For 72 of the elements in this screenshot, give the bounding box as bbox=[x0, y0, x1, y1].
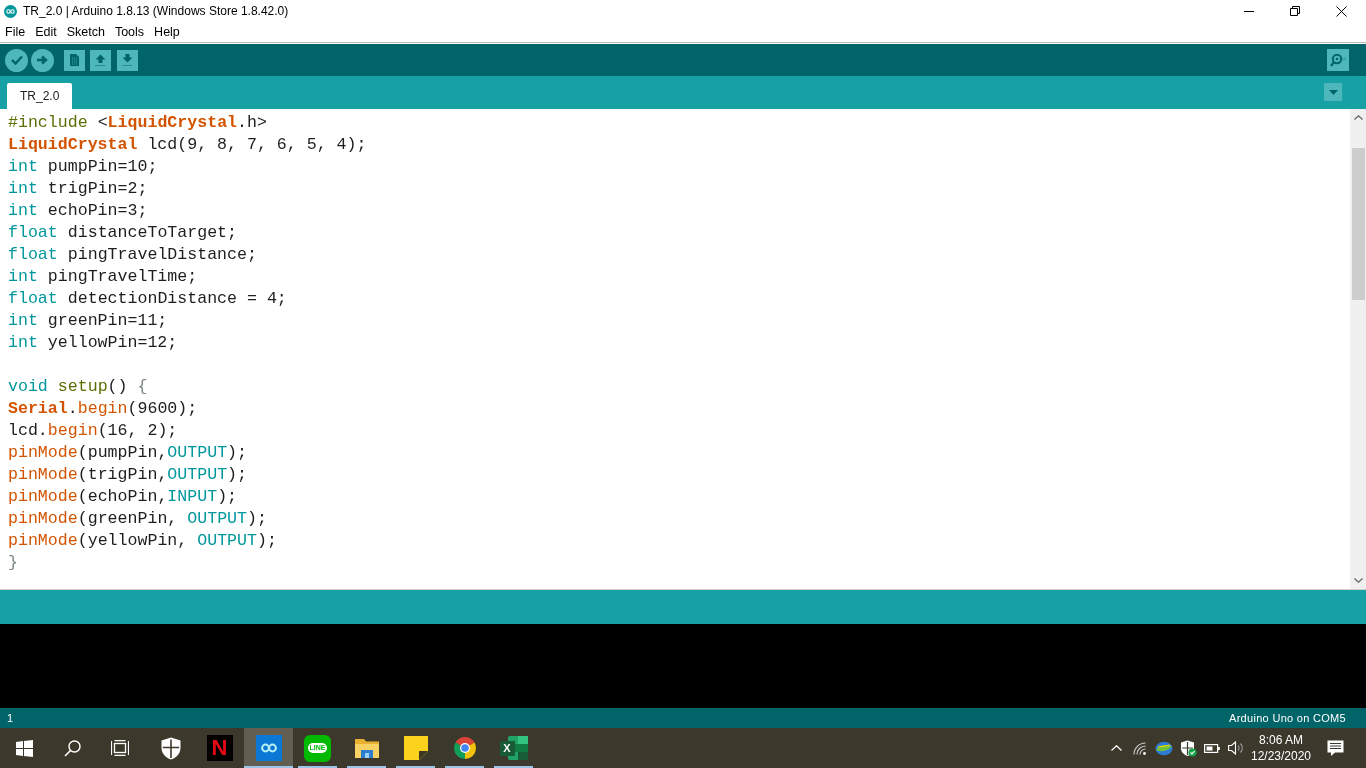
infinity-logo-icon bbox=[255, 735, 282, 761]
code-line: pinMode(echoPin,INPUT); bbox=[8, 486, 238, 508]
search-icon bbox=[63, 739, 81, 757]
close-icon bbox=[1335, 5, 1347, 17]
spreadsheet-logo: X bbox=[499, 736, 528, 760]
verify-button[interactable] bbox=[5, 48, 28, 72]
code-line: int pingTravelTime; bbox=[8, 266, 198, 288]
line-number: 1 bbox=[7, 710, 14, 726]
serial-monitor-button[interactable] bbox=[1327, 49, 1349, 71]
code-line: int greenPin=11; bbox=[8, 310, 168, 332]
magnifier-icon bbox=[1330, 53, 1346, 67]
clock-time: 8:06 AM bbox=[1259, 732, 1303, 748]
code-line: float pingTravelDistance; bbox=[8, 244, 257, 266]
code-line: pinMode(trigPin,OUTPUT); bbox=[8, 464, 247, 486]
code-line: int trigPin=2; bbox=[8, 178, 148, 200]
shield-icon bbox=[160, 736, 181, 760]
four-panes-icon bbox=[15, 739, 33, 757]
down-arrow-icon bbox=[122, 54, 133, 66]
sticky-note-icon bbox=[403, 736, 428, 760]
wifi-icon bbox=[1133, 741, 1147, 755]
new-button[interactable] bbox=[64, 49, 85, 71]
board-port-label: Arduino Uno on COM5 bbox=[1229, 710, 1346, 726]
menu-item[interactable]: Help bbox=[153, 24, 181, 40]
vertical-scrollbar[interactable] bbox=[1350, 109, 1366, 589]
notification-icon bbox=[1326, 739, 1344, 757]
code-line: } bbox=[8, 552, 18, 574]
circular-logo-icon bbox=[452, 736, 477, 760]
code-line: float detectionDistance = 4; bbox=[8, 288, 287, 310]
clock-date: 12/23/2020 bbox=[1250, 748, 1312, 764]
code-line: Serial.begin(9600); bbox=[8, 398, 198, 420]
code-line: int yellowPin=12; bbox=[8, 332, 178, 354]
menu-item[interactable]: File bbox=[4, 24, 27, 40]
code-line: pinMode(yellowPin, OUTPUT); bbox=[8, 530, 277, 552]
check-icon bbox=[10, 55, 23, 65]
right-arrow-icon bbox=[37, 55, 48, 65]
code-line: pinMode(greenPin, OUTPUT); bbox=[8, 508, 267, 530]
scroll-down-icon bbox=[1353, 578, 1363, 583]
tab-menu-button[interactable] bbox=[1324, 83, 1342, 101]
minimize-icon bbox=[1244, 10, 1254, 12]
code-line: int echoPin=3; bbox=[8, 200, 148, 222]
open-button[interactable] bbox=[90, 49, 111, 71]
code-line: pinMode(pumpPin,OUTPUT); bbox=[8, 442, 247, 464]
code-line: lcd.begin(16, 2); bbox=[8, 420, 178, 442]
menu-item[interactable]: Sketch bbox=[65, 24, 106, 40]
code-line: int pumpPin=10; bbox=[8, 156, 158, 178]
menu-item[interactable]: Edit bbox=[34, 24, 58, 40]
globe-icon bbox=[1155, 740, 1173, 756]
scroll-up-icon bbox=[1353, 115, 1363, 120]
code-line: #include <LiquidCrystal.h> bbox=[8, 112, 267, 134]
window-title: TR_2.0 | Arduino 1.8.13 (Windows Store 1.8.42.0) bbox=[23, 3, 289, 20]
taskbar-app-button[interactable]: X bbox=[489, 728, 538, 768]
folder-icon bbox=[353, 737, 380, 759]
battery-icon bbox=[1204, 743, 1220, 753]
scrollbar-thumb[interactable] bbox=[1351, 148, 1365, 300]
menu-item[interactable]: Tools bbox=[113, 24, 146, 40]
code-line: LiquidCrystal lcd(9, 8, 7, 6, 5, 4); bbox=[8, 134, 367, 156]
tab[interactable]: TR_2.0 bbox=[7, 83, 73, 109]
code-line: float distanceToTarget; bbox=[8, 222, 238, 244]
caret-down-icon bbox=[1328, 89, 1338, 95]
page-icon bbox=[70, 54, 79, 66]
infinity-logo-icon bbox=[4, 4, 17, 18]
restore-icon bbox=[1290, 6, 1300, 16]
save-button[interactable] bbox=[117, 49, 138, 71]
stacked-windows-icon bbox=[111, 740, 129, 756]
code-line: void setup() { bbox=[8, 376, 148, 398]
upload-button[interactable] bbox=[31, 48, 54, 72]
shield-check-icon bbox=[1179, 739, 1197, 757]
speaker-icon bbox=[1228, 741, 1244, 755]
taskbar-app-button[interactable]: N bbox=[195, 728, 244, 768]
up-arrow-icon bbox=[95, 54, 106, 66]
chevron-up-icon bbox=[1110, 745, 1122, 751]
letter-logo: N bbox=[206, 735, 233, 761]
